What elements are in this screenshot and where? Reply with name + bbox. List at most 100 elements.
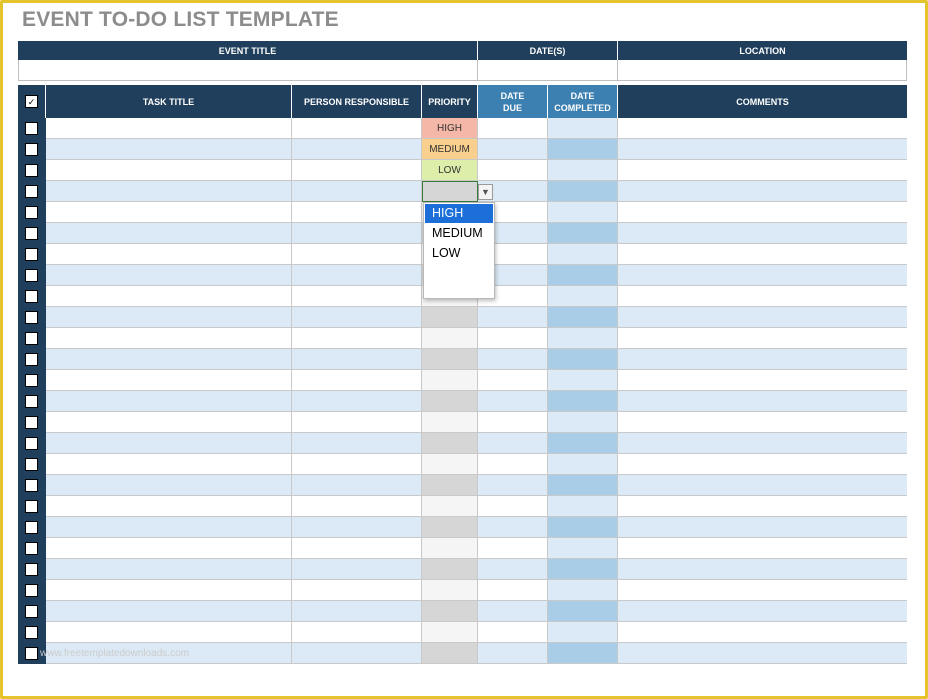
row-checkbox[interactable] xyxy=(25,268,38,282)
date-due-cell[interactable] xyxy=(478,496,548,517)
task-title-cell[interactable] xyxy=(46,181,292,202)
comments-cell[interactable] xyxy=(618,517,907,538)
task-title-cell[interactable] xyxy=(46,328,292,349)
row-checkbox-cell[interactable] xyxy=(18,265,46,286)
date-due-cell[interactable] xyxy=(478,622,548,643)
person-responsible-cell[interactable] xyxy=(292,244,422,265)
date-completed-cell[interactable] xyxy=(548,244,618,265)
priority-cell[interactable] xyxy=(422,433,478,454)
row-checkbox[interactable] xyxy=(25,121,38,135)
priority-cell[interactable]: HIGH xyxy=(422,118,478,139)
dropdown-option-medium[interactable]: MEDIUM xyxy=(425,224,493,243)
task-title-cell[interactable] xyxy=(46,580,292,601)
comments-cell[interactable] xyxy=(618,160,907,181)
person-responsible-cell[interactable] xyxy=(292,643,422,664)
row-checkbox[interactable] xyxy=(25,415,38,429)
date-due-cell[interactable] xyxy=(478,391,548,412)
comments-cell[interactable] xyxy=(618,433,907,454)
task-title-cell[interactable] xyxy=(46,496,292,517)
date-due-cell[interactable] xyxy=(478,160,548,181)
comments-cell[interactable] xyxy=(618,454,907,475)
comments-cell[interactable] xyxy=(618,286,907,307)
comments-cell[interactable] xyxy=(618,223,907,244)
date-completed-cell[interactable] xyxy=(548,559,618,580)
date-completed-cell[interactable] xyxy=(548,286,618,307)
dropdown-option-low[interactable]: LOW xyxy=(425,244,493,263)
date-due-cell[interactable] xyxy=(478,412,548,433)
person-responsible-cell[interactable] xyxy=(292,454,422,475)
task-title-cell[interactable] xyxy=(46,517,292,538)
comments-cell[interactable] xyxy=(618,601,907,622)
date-due-cell[interactable] xyxy=(478,139,548,160)
task-title-cell[interactable] xyxy=(46,370,292,391)
date-completed-cell[interactable] xyxy=(548,202,618,223)
row-checkbox[interactable] xyxy=(25,562,38,576)
task-title-cell[interactable] xyxy=(46,454,292,475)
person-responsible-cell[interactable] xyxy=(292,160,422,181)
task-title-cell[interactable] xyxy=(46,244,292,265)
task-title-cell[interactable] xyxy=(46,475,292,496)
dropdown-option-high[interactable]: HIGH xyxy=(425,204,493,223)
person-responsible-cell[interactable] xyxy=(292,580,422,601)
row-checkbox[interactable] xyxy=(25,310,38,324)
person-responsible-cell[interactable] xyxy=(292,223,422,244)
row-checkbox-cell[interactable] xyxy=(18,601,46,622)
row-checkbox-cell[interactable] xyxy=(18,118,46,139)
event-title-input[interactable] xyxy=(18,60,478,81)
row-checkbox[interactable] xyxy=(25,184,38,198)
row-checkbox[interactable] xyxy=(25,163,38,177)
comments-cell[interactable] xyxy=(618,139,907,160)
date-completed-cell[interactable] xyxy=(548,643,618,664)
date-completed-cell[interactable] xyxy=(548,454,618,475)
date-completed-cell[interactable] xyxy=(548,538,618,559)
row-checkbox[interactable] xyxy=(25,247,38,261)
row-checkbox-cell[interactable] xyxy=(18,475,46,496)
row-checkbox[interactable] xyxy=(25,457,38,471)
person-responsible-cell[interactable] xyxy=(292,286,422,307)
row-checkbox-cell[interactable] xyxy=(18,223,46,244)
person-responsible-cell[interactable] xyxy=(292,118,422,139)
row-checkbox[interactable] xyxy=(25,436,38,450)
date-due-cell[interactable] xyxy=(478,370,548,391)
priority-cell[interactable] xyxy=(422,643,478,664)
person-responsible-cell[interactable] xyxy=(292,559,422,580)
person-responsible-cell[interactable] xyxy=(292,139,422,160)
person-responsible-cell[interactable] xyxy=(292,601,422,622)
date-due-cell[interactable] xyxy=(478,118,548,139)
priority-cell[interactable] xyxy=(422,454,478,475)
row-checkbox[interactable] xyxy=(25,331,38,345)
comments-cell[interactable] xyxy=(618,349,907,370)
comments-cell[interactable] xyxy=(618,328,907,349)
date-completed-cell[interactable] xyxy=(548,580,618,601)
person-responsible-cell[interactable] xyxy=(292,517,422,538)
date-due-cell[interactable] xyxy=(478,349,548,370)
row-checkbox-cell[interactable] xyxy=(18,244,46,265)
priority-cell[interactable] xyxy=(422,559,478,580)
task-title-cell[interactable] xyxy=(46,349,292,370)
comments-cell[interactable] xyxy=(618,370,907,391)
date-due-cell[interactable] xyxy=(478,580,548,601)
comments-cell[interactable] xyxy=(618,580,907,601)
row-checkbox-cell[interactable] xyxy=(18,202,46,223)
comments-cell[interactable] xyxy=(618,181,907,202)
date-completed-cell[interactable] xyxy=(548,496,618,517)
priority-cell[interactable] xyxy=(422,496,478,517)
priority-cell[interactable]: MEDIUM xyxy=(422,139,478,160)
task-title-cell[interactable] xyxy=(46,601,292,622)
row-checkbox-cell[interactable] xyxy=(18,538,46,559)
date-completed-cell[interactable] xyxy=(548,328,618,349)
date-completed-cell[interactable] xyxy=(548,370,618,391)
priority-cell[interactable] xyxy=(422,307,478,328)
date-due-cell[interactable] xyxy=(478,307,548,328)
comments-cell[interactable] xyxy=(618,307,907,328)
priority-dropdown-arrow[interactable]: ▼ xyxy=(478,184,493,200)
comments-cell[interactable] xyxy=(618,643,907,664)
date-completed-cell[interactable] xyxy=(548,475,618,496)
priority-cell[interactable] xyxy=(422,349,478,370)
row-checkbox[interactable] xyxy=(25,352,38,366)
task-title-cell[interactable] xyxy=(46,622,292,643)
person-responsible-cell[interactable] xyxy=(292,475,422,496)
row-checkbox-cell[interactable] xyxy=(18,580,46,601)
task-title-cell[interactable] xyxy=(46,160,292,181)
date-completed-cell[interactable] xyxy=(548,412,618,433)
